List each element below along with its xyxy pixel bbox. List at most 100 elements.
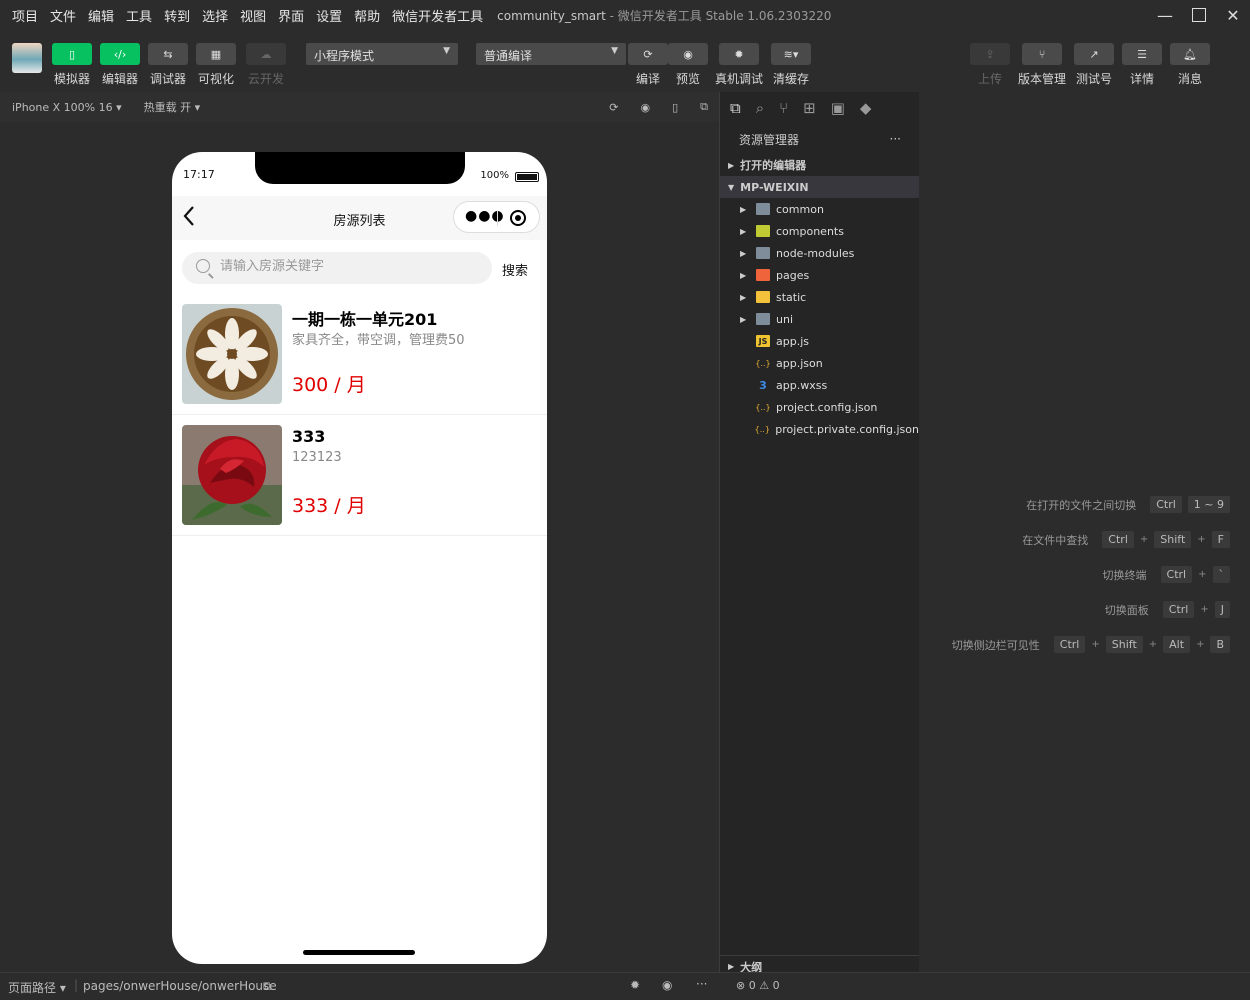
key-cap: Alt <box>1163 636 1191 653</box>
menu-item-goto[interactable]: 转到 <box>158 6 196 25</box>
more-dots-icon[interactable]: ●●● <box>465 208 505 224</box>
chevron-down-icon: ▼ <box>728 182 735 192</box>
layout-icon[interactable]: ▦ <box>196 43 236 65</box>
listing-title: 一期一栋一单元201 <box>292 310 438 329</box>
layers-icon[interactable]: ≋▾ <box>771 43 811 65</box>
menu-item-select[interactable]: 选择 <box>196 6 234 25</box>
copy-icon[interactable]: ⧉ <box>263 979 272 994</box>
listing-price: 333 / 月 <box>292 495 366 517</box>
explorer-title: 资源管理器 <box>739 132 800 147</box>
stop-icon[interactable]: ◉ <box>640 101 650 114</box>
key-cap: Ctrl <box>1150 496 1182 513</box>
capsule-menu: ●●● <box>453 201 540 233</box>
menu-item-view[interactable]: 视图 <box>234 6 272 25</box>
status-time: 17:17 <box>183 168 215 181</box>
tree-item-label: app.wxss <box>776 378 828 392</box>
device-select[interactable]: iPhone X 100% 16 ▾ <box>12 101 122 114</box>
menu-item-edit[interactable]: 编辑 <box>82 6 120 25</box>
tree-file-app-js[interactable]: JS app.js <box>720 330 919 352</box>
tree-folder-node-modules[interactable]: ▶ node-modules <box>720 242 919 264</box>
listing-description: 家具齐全，带空调，管理费50 <box>292 333 465 348</box>
project-name: community_smart <box>497 8 606 23</box>
code-icon[interactable]: ‹/› <box>100 43 140 65</box>
remote-debug-label: 真机调试 <box>714 72 763 86</box>
tree-folder-components[interactable]: ▶ components <box>720 220 919 242</box>
tree-item-label: app.js <box>776 334 809 348</box>
compile-select[interactable]: 普通编译 ▼ <box>476 43 626 65</box>
bug-icon[interactable]: ✹ <box>719 43 759 65</box>
search-input[interactable] <box>220 259 470 274</box>
menu-item-help[interactable]: 帮助 <box>348 6 386 25</box>
close-miniprogram-icon[interactable] <box>510 210 526 226</box>
tree-folder-uni[interactable]: ▶ uni <box>720 308 919 330</box>
version-label: 版本管理 <box>1017 72 1066 86</box>
external-icon[interactable]: ↗ <box>1074 43 1114 65</box>
visual-label: 可视化 <box>197 72 234 86</box>
menu-item-file[interactable]: 文件 <box>44 6 82 25</box>
tree-file-app-json[interactable]: {..} app.json <box>720 352 919 374</box>
rotate-icon[interactable]: ⟳ <box>609 101 618 114</box>
menu-icon[interactable]: ☰ <box>1122 43 1162 65</box>
phone-notch <box>255 152 465 184</box>
eye-icon[interactable]: ◉ <box>668 43 708 65</box>
tree-folder-pages[interactable]: ▶ pages <box>720 264 919 286</box>
extensions-icon[interactable]: ⊞ <box>803 99 816 117</box>
open-editors-section[interactable]: ▶ 打开的编辑器 <box>720 154 919 176</box>
tree-folder-static[interactable]: ▶ static <box>720 286 919 308</box>
window-title: community_smart - 微信开发者工具 Stable 1.06.23… <box>497 7 831 24</box>
tree-file-app-wxss[interactable]: 3 app.wxss <box>720 374 919 396</box>
maximize-icon[interactable] <box>1182 0 1216 30</box>
bell-icon[interactable]: 🔔︎ <box>1170 43 1210 65</box>
files-icon[interactable]: ⧉ <box>730 99 741 117</box>
source-control-icon[interactable]: ⑂ <box>779 99 788 117</box>
tree-file-project-private-config[interactable]: {..} project.private.config.json <box>720 418 919 440</box>
upload-icon[interactable]: ⇪ <box>970 43 1010 65</box>
page-path-menu[interactable]: 页面路径 ▾ <box>8 979 66 996</box>
problems-indicator[interactable]: ⊗ 0 ⚠ 0 <box>736 979 780 992</box>
branch-icon[interactable]: ⑂ <box>1022 43 1062 65</box>
hot-reload-toggle[interactable]: 热重载 开 ▾ <box>144 99 201 115</box>
menu-item-devtools[interactable]: 微信开发者工具 <box>386 6 489 25</box>
error-count: 0 <box>748 979 756 992</box>
bug-icon[interactable]: ✹ <box>630 978 640 992</box>
more-icon[interactable]: ··· <box>696 977 707 991</box>
upload-label: 上传 <box>977 72 1002 86</box>
debug-icon[interactable]: ⇆ <box>148 43 188 65</box>
phone-icon[interactable]: ▯ <box>52 43 92 65</box>
chevron-right-icon: ▶ <box>740 292 747 302</box>
tree-item-label: uni <box>776 312 793 326</box>
project-section[interactable]: ▼ MP-WEIXIN <box>720 176 919 198</box>
tree-folder-common[interactable]: ▶ common <box>720 198 919 220</box>
menu-item-tools[interactable]: 工具 <box>120 6 158 25</box>
menu-item-interface[interactable]: 界面 <box>272 6 310 25</box>
tree-item-label: project.private.config.json <box>775 422 919 436</box>
editor-label: 编辑器 <box>101 72 138 86</box>
tree-file-project-config[interactable]: {..} project.config.json <box>720 396 919 418</box>
popout-icon[interactable]: ⧉ <box>700 100 708 114</box>
avatar[interactable] <box>12 43 42 73</box>
cloud-icon[interactable]: ☁ <box>246 43 286 65</box>
chevron-right-icon: ▶ <box>728 160 735 170</box>
docker-icon[interactable]: ◆ <box>860 99 872 117</box>
search-button[interactable]: 搜索 <box>502 260 528 279</box>
refresh-icon[interactable]: ⟳ <box>628 43 668 65</box>
search-icon[interactable]: ⌕ <box>756 99 764 117</box>
folder-components-icon <box>756 225 770 237</box>
eye-icon[interactable]: ◉ <box>662 978 672 992</box>
save-icon[interactable]: ▣ <box>831 99 845 117</box>
menu-item-settings[interactable]: 设置 <box>310 6 348 25</box>
clear-cache-label: 清缓存 <box>772 72 809 86</box>
open-editors-label: 打开的编辑器 <box>740 159 807 172</box>
phone-frame: 17:17 100% 房源列表 ●●● 搜索 <box>172 152 547 964</box>
chevron-down-icon: ▼ <box>611 46 618 56</box>
listing-item[interactable]: 一期一栋一单元201 家具齐全，带空调，管理费50 300 / 月 <box>172 294 547 415</box>
close-icon[interactable]: ✕ <box>1216 0 1250 30</box>
listing-thumbnail-rose <box>182 425 282 525</box>
minimize-icon[interactable]: — <box>1148 0 1182 30</box>
device-icon[interactable]: ▯ <box>672 101 678 114</box>
menu-item-project[interactable]: 项目 <box>6 6 44 25</box>
mode-select[interactable]: 小程序模式 ▼ <box>306 43 458 65</box>
listing-item[interactable]: 333 123123 333 / 月 <box>172 415 547 536</box>
more-icon[interactable]: ··· <box>890 132 901 146</box>
status-battery-text: 100% <box>480 170 509 181</box>
